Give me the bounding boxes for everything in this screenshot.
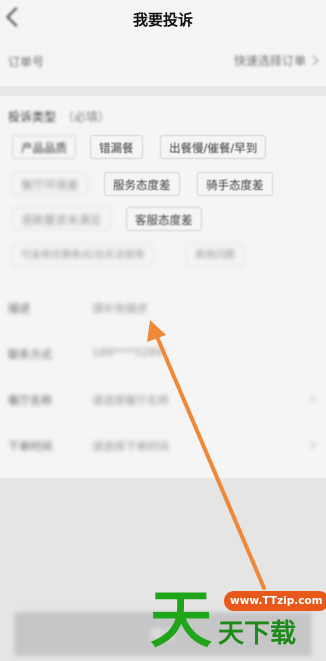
logo-big-glyph: 天	[150, 583, 213, 656]
watermark-logo: 天 www.TTzip.com 天下载	[148, 583, 326, 661]
logo-text: 天下载	[218, 619, 297, 649]
logo-url: www.TTzip.com	[224, 591, 326, 611]
arrow-shaft	[153, 330, 266, 590]
annotation-arrow	[147, 320, 266, 590]
